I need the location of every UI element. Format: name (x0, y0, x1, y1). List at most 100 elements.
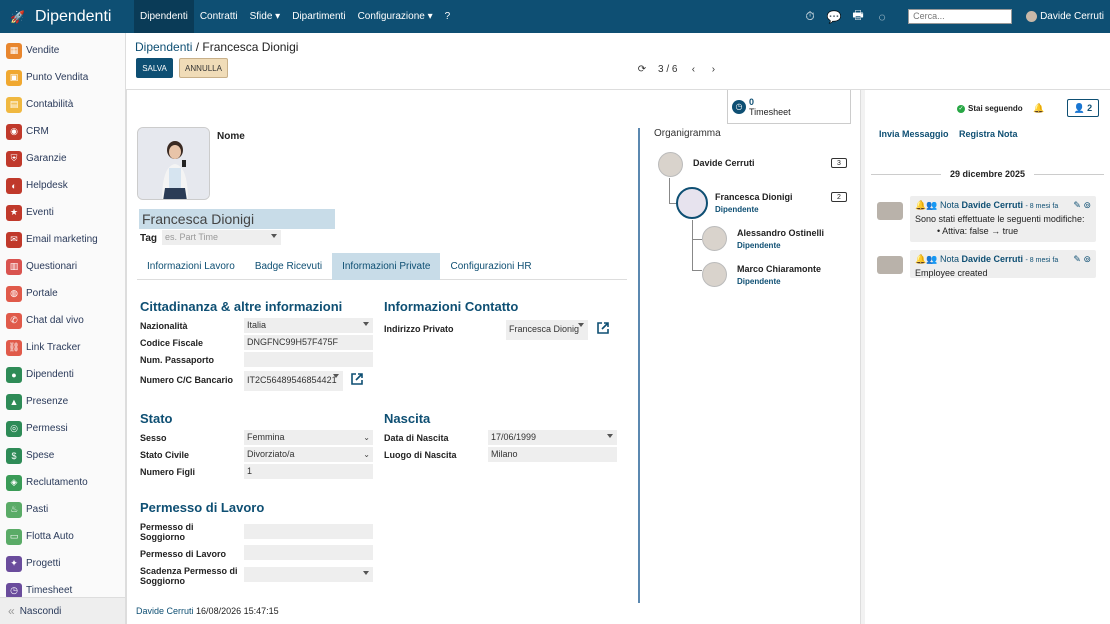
save-button[interactable]: SALVA (136, 58, 173, 78)
sidebar-item[interactable]: ✦ Progetti (0, 550, 125, 577)
sidebar-item[interactable]: $ Spese (0, 442, 125, 469)
employee-avatar[interactable] (676, 187, 708, 219)
work-permit-label: Permesso di Lavoro (140, 549, 227, 559)
menu-contratti[interactable]: Contratti (194, 0, 244, 33)
fiscal-code-input[interactable]: DNGFNC99H57F475F (244, 335, 373, 350)
sidebar-item[interactable]: ▲ Presenze (0, 388, 125, 415)
menu-configurazione[interactable]: Configurazione ▾ (352, 0, 439, 33)
sidebar-item[interactable]: ♨ Pasti (0, 496, 125, 523)
civil-status-select[interactable]: Divorziato/a ⌄ (244, 447, 373, 462)
menu-dipartimenti[interactable]: Dipartimenti (286, 0, 351, 33)
external-link-icon[interactable] (597, 322, 609, 334)
double-chevron-left-icon: « (8, 604, 15, 618)
message-author-avatar[interactable] (877, 256, 903, 274)
org-self-name[interactable]: Francesca Dionigi (715, 192, 793, 202)
followers-button[interactable]: 👤 2 (1067, 99, 1099, 117)
pager-value[interactable]: 3 / 6 (652, 64, 683, 75)
sidebar-item[interactable]: ✉ Email marketing (0, 226, 125, 253)
bank-account-select[interactable]: IT2C56489546854421 (244, 371, 343, 391)
birth-place-input[interactable]: Milano (488, 447, 617, 462)
mark-read-icon[interactable]: ⊚ (1083, 200, 1091, 210)
caret-down-icon (607, 434, 613, 438)
manager-name[interactable]: Davide Cerruti (693, 158, 755, 168)
form-tabs: Informazioni Lavoro Badge Ricevuti Infor… (137, 253, 627, 280)
timer-icon[interactable]: ⏱ (798, 9, 822, 24)
sidebar-item[interactable]: ◐ Helpdesk (0, 172, 125, 199)
birth-date-input[interactable]: 17/06/1999 (488, 430, 617, 445)
main-menu: Dipendenti Contratti Sfide ▾ Dipartiment… (134, 0, 456, 33)
employee-name-input[interactable]: Francesca Dionigi (139, 209, 335, 229)
report-name[interactable]: Marco Chiaramonte (737, 264, 821, 274)
pager-next-icon[interactable]: › (703, 64, 723, 75)
last-update-user[interactable]: Davide Cerruti (136, 606, 194, 616)
report-name[interactable]: Alessandro Ostinelli (737, 228, 824, 238)
external-link-icon[interactable] (351, 373, 363, 385)
message-author[interactable]: Davide Cerruti (961, 254, 1023, 264)
menu-sfide[interactable]: Sfide ▾ (244, 0, 287, 33)
message-author[interactable]: Davide Cerruti (961, 200, 1023, 210)
breadcrumb-parent[interactable]: Dipendenti (135, 40, 192, 54)
pager-prev-icon[interactable]: ‹ (683, 64, 703, 75)
sidebar-item[interactable]: ◉ CRM (0, 118, 125, 145)
user-menu[interactable]: Davide Cerruti (1026, 11, 1110, 22)
work-permit-input[interactable] (244, 545, 373, 560)
sidebar-item[interactable]: ◎ Permessi (0, 415, 125, 442)
sidebar-item[interactable]: ▭ Flotta Auto (0, 523, 125, 550)
self-subordinates-count[interactable]: 2 (831, 192, 847, 202)
send-message-button[interactable]: Invia Messaggio (879, 129, 949, 139)
tab-configurazioni-hr[interactable]: Configurazioni HR (440, 253, 541, 280)
name-label: Nome (217, 131, 245, 142)
manager-subordinates-count[interactable]: 3 (831, 158, 847, 168)
sidebar-item[interactable]: ⛓ Link Tracker (0, 334, 125, 361)
tab-badge-ricevuti[interactable]: Badge Ricevuti (245, 253, 332, 280)
chat-icon[interactable]: 💬 (822, 10, 846, 24)
sidebar-item[interactable]: ▦ Vendite (0, 37, 125, 64)
bell-icon[interactable]: 🔔 (1033, 103, 1044, 114)
sidebar-item[interactable]: ★ Eventi (0, 199, 125, 226)
timesheet-smart-button[interactable]: ◷ 0 Timesheet (727, 90, 851, 124)
sidebar-item[interactable]: ◈ Reclutamento (0, 469, 125, 496)
passport-input[interactable] (244, 352, 373, 367)
app-brand[interactable]: 🚀 Dipendenti (0, 0, 134, 33)
report-avatar[interactable] (702, 262, 727, 287)
cancel-button[interactable]: ANNULLA (179, 58, 228, 78)
children-input[interactable]: 1 (244, 464, 373, 479)
sex-select[interactable]: Femmina ⌄ (244, 430, 373, 445)
user-note-icon: 👥 (926, 200, 938, 210)
sidebar-item[interactable]: ✆ Chat dal vivo (0, 307, 125, 334)
search-input[interactable]: Cerca... (908, 9, 1013, 24)
edit-icon[interactable]: ✎ (1073, 254, 1081, 264)
employee-photo[interactable] (137, 127, 210, 200)
menu-dipendenti[interactable]: Dipendenti (134, 0, 194, 33)
sidebar-hide-button[interactable]: « Nascondi (0, 597, 125, 624)
private-address-select[interactable]: Francesca Dionig (506, 320, 588, 340)
tab-informazioni-private[interactable]: Informazioni Private (332, 253, 441, 280)
permit-expiry-input[interactable] (244, 567, 373, 582)
bank-account-value: IT2C56489546854421 (247, 375, 337, 385)
edit-icon[interactable]: ✎ (1073, 200, 1081, 210)
log-note-button[interactable]: Registra Nota (959, 129, 1018, 139)
follow-status[interactable]: ✓ Stai seguendo (957, 104, 1023, 113)
tab-informazioni-lavoro[interactable]: Informazioni Lavoro (137, 253, 245, 280)
tag-input[interactable]: es. Part Time (162, 230, 281, 245)
sidebar-item[interactable]: ◍ Portale (0, 280, 125, 307)
civil-status-label: Stato Civile (140, 450, 190, 460)
sex-value: Femmina (247, 432, 285, 442)
menu-help[interactable]: ? (439, 0, 457, 33)
tag-label: Tag (140, 233, 158, 244)
sidebar-item[interactable]: ▣ Punto Vendita (0, 64, 125, 91)
sidebar-item[interactable]: ⛨ Garanzie (0, 145, 125, 172)
message-author-avatar[interactable] (877, 202, 903, 220)
private-address-value: Francesca Dionig (509, 324, 580, 334)
print-icon[interactable]: 🖶 (846, 6, 870, 27)
residence-permit-input[interactable] (244, 524, 373, 539)
sidebar-item[interactable]: ● Dipendenti (0, 361, 125, 388)
refresh-icon[interactable]: ⟳ (632, 64, 652, 75)
sidebar-item[interactable]: ▥ Questionari (0, 253, 125, 280)
nationality-select[interactable]: Italia (244, 318, 373, 333)
report-avatar[interactable] (702, 226, 727, 251)
sidebar-item[interactable]: ▤ Contabilità (0, 91, 125, 118)
caret-down-icon (271, 234, 277, 238)
manager-avatar[interactable] (658, 152, 683, 177)
mark-read-icon[interactable]: ⊚ (1083, 254, 1091, 264)
